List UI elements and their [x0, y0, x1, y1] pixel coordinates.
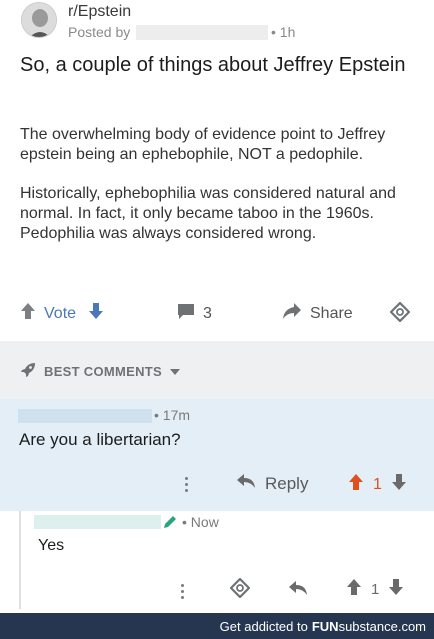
- post-action-bar: Vote 3 Share: [0, 290, 434, 334]
- more-options-icon[interactable]: [178, 578, 186, 599]
- reply-label: Reply: [265, 473, 309, 493]
- caret-down-icon: [169, 364, 181, 379]
- brand-suffix: .com: [397, 618, 426, 634]
- post-time: • 1h: [271, 24, 296, 40]
- post-paragraph: Historically, ephebophilia was considere…: [20, 185, 396, 242]
- upvote-arrow-icon[interactable]: [348, 473, 364, 496]
- subreddit-avatar[interactable]: [21, 2, 57, 38]
- brand-fun: FUN: [311, 618, 339, 634]
- comment-count: 3: [203, 304, 212, 322]
- post-header: r/Epstein Posted by • 1h: [0, 0, 434, 48]
- comment-bubble-icon: [177, 302, 195, 325]
- comment-action-bar: Reply 1: [0, 471, 434, 497]
- redacted-username: [136, 25, 268, 40]
- sort-dropdown[interactable]: BEST COMMENTS: [19, 361, 181, 382]
- footer-brand: FUNsubstance.com: [312, 619, 426, 634]
- upvote-arrow-icon[interactable]: [20, 302, 36, 325]
- downvote-arrow-icon[interactable]: [391, 473, 407, 496]
- comment-time: • 17m: [154, 407, 191, 423]
- downvote-arrow-icon[interactable]: [388, 578, 404, 600]
- more-options-icon[interactable]: [182, 471, 190, 492]
- footer-tagline: Get addicted to: [219, 618, 308, 634]
- post-paragraph: The overwhelming body of evidence point …: [20, 126, 386, 163]
- posted-by-label: Posted by: [68, 24, 131, 40]
- vote-control: Vote: [20, 302, 104, 325]
- share-button[interactable]: Share: [282, 302, 353, 325]
- vote-label: Vote: [44, 304, 77, 322]
- post-title: So, a couple of things about Jeffrey Eps…: [20, 54, 406, 76]
- redacted-username: [18, 409, 152, 423]
- comments-sort-bar: BEST COMMENTS: [0, 341, 434, 399]
- rocket-icon: [19, 361, 37, 382]
- award-icon: [389, 301, 411, 327]
- comment-action-bar: 1: [0, 577, 434, 603]
- reply-button[interactable]: Reply: [236, 473, 308, 494]
- redacted-username: [34, 515, 161, 529]
- comment-time: • Now: [182, 514, 219, 530]
- watermark-footer: Get addicted to FUNsubstance.com: [0, 613, 434, 639]
- comment-vote-control: 1: [348, 473, 407, 496]
- upvote-arrow-icon[interactable]: [346, 578, 362, 600]
- downvote-arrow-icon[interactable]: [88, 302, 104, 325]
- award-button[interactable]: [389, 301, 411, 327]
- comment-text: Are you a libertarian?: [19, 430, 181, 449]
- reply-arrow-icon[interactable]: [288, 580, 308, 601]
- comment-vote-control: 1: [346, 578, 404, 600]
- moderator-pen-icon: [162, 514, 178, 535]
- award-icon[interactable]: [229, 577, 251, 603]
- comment-score: 1: [373, 475, 382, 493]
- share-label: Share: [310, 304, 353, 322]
- reply-arrow-icon: [236, 473, 256, 494]
- comment-score: 1: [371, 580, 380, 598]
- share-arrow-icon: [282, 302, 302, 325]
- subreddit-name[interactable]: r/Epstein: [68, 3, 131, 21]
- sort-label: BEST COMMENTS: [44, 364, 163, 379]
- comment: • 17m Are you a libertarian? Reply 1: [0, 399, 434, 511]
- comments-button[interactable]: 3: [177, 302, 212, 325]
- comment-text: Yes: [38, 537, 65, 554]
- brand-substance: substance: [338, 618, 398, 634]
- post-body: The overwhelming body of evidence point …: [20, 125, 420, 263]
